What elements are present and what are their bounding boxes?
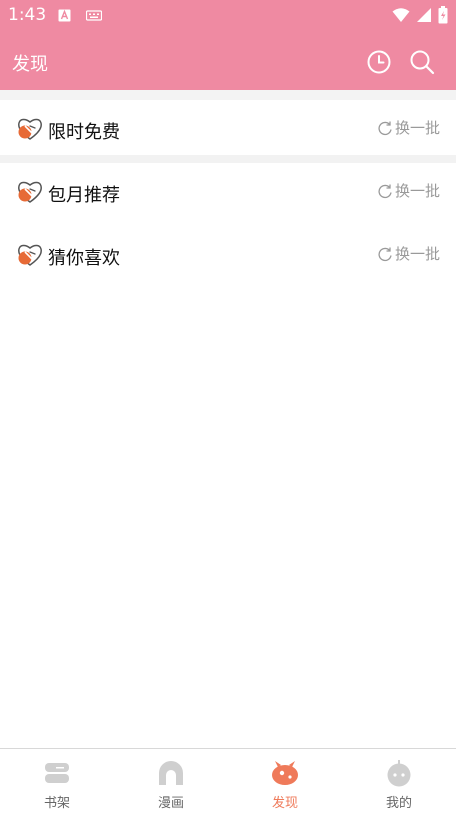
search-icon[interactable] [408,48,436,76]
wifi-icon [392,8,410,22]
section-title: 限时免费 [48,122,120,143]
refresh-label: 换一批 [394,119,440,137]
tab-bookshelf[interactable]: 书架 [0,749,114,813]
keyboard-icon [86,10,102,21]
refresh-icon [378,247,392,261]
refresh-label: 换一批 [394,245,440,263]
section-monthly: 包月推荐 换一批 [0,163,456,219]
refresh-icon [378,121,392,135]
refresh-button[interactable]: 换一批 [377,243,440,264]
status-indicators [392,6,448,24]
tab-label: 漫画 [157,796,184,811]
page-title: 发现 [12,54,48,75]
section-title: 包月推荐 [48,185,120,206]
tab-label: 我的 [385,796,412,811]
text-input-icon [58,9,71,22]
section-free: 限时免费 换一批 [0,100,456,156]
appbar-shadow [0,90,456,100]
discover-icon [272,761,298,785]
tab-label: 书架 [43,796,70,811]
tab-label: 发现 [271,796,298,811]
refresh-icon [378,184,392,198]
profile-icon [387,760,411,787]
refresh-label: 换一批 [394,182,440,200]
section-recommend: 猜你喜欢 换一批 [0,226,456,282]
comic-icon [159,761,183,785]
refresh-button[interactable]: 换一批 [377,117,440,138]
app-bar: 发现 [0,32,456,90]
battery-icon [438,6,448,24]
heart-badge-icon [18,181,42,203]
tab-comic[interactable]: 漫画 [114,749,228,813]
history-icon[interactable] [365,48,393,76]
status-time: 1:43 [8,5,47,25]
tab-profile[interactable]: 我的 [342,749,456,813]
section-title: 猜你喜欢 [48,248,120,269]
heart-badge-icon [18,118,42,140]
status-bar: 1:43 [0,0,456,32]
bookshelf-icon [45,763,69,783]
bottom-nav: 书架 漫画 发现 我的 [0,748,456,813]
signal-icon [417,8,431,22]
refresh-button[interactable]: 换一批 [377,180,440,201]
section-divider [0,155,456,163]
tab-discover[interactable]: 发现 [228,749,342,813]
heart-badge-icon [18,244,42,266]
